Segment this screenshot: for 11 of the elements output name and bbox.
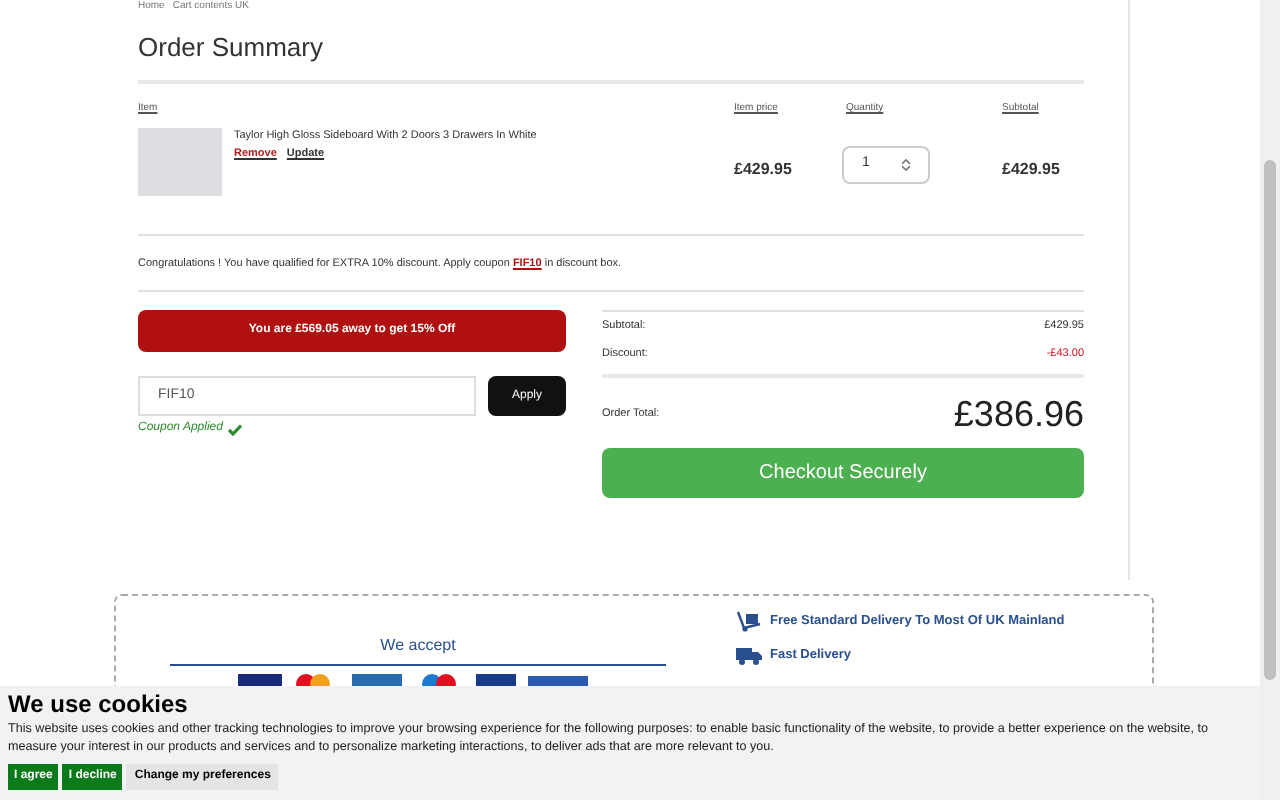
order-total-value: £386.96	[953, 391, 1084, 437]
page-title: Order Summary	[138, 30, 325, 64]
truck-icon	[736, 644, 762, 666]
product-photo-placeholder	[138, 128, 222, 196]
stepper-icon[interactable]	[902, 158, 910, 172]
scrollbar-thumb[interactable]	[1264, 160, 1276, 680]
hand-truck-icon	[736, 610, 762, 632]
item-subtotal: £429.95	[1002, 158, 1060, 182]
cookie-title: We use cookies	[8, 690, 190, 720]
item-price: £429.95	[734, 158, 794, 182]
we-accept-heading: We accept	[170, 634, 666, 666]
